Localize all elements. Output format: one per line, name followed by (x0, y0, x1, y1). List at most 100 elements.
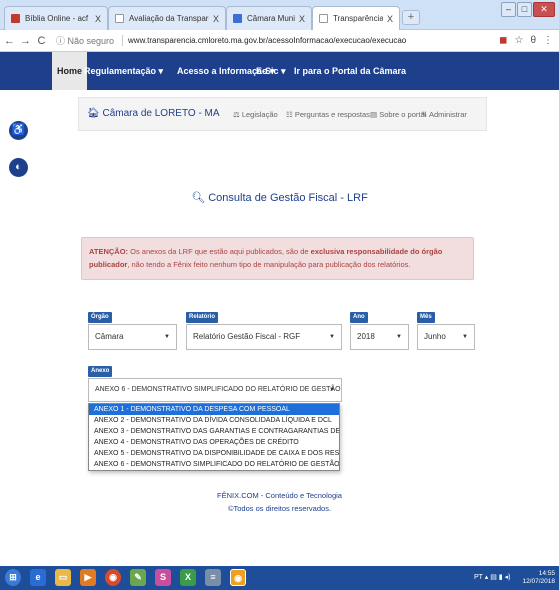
internet-explorer-icon[interactable]: e (30, 569, 46, 586)
tab-transparencia[interactable]: Transparência X (312, 6, 400, 30)
footer-copyright: ©Todos os direitos reservados. (227, 504, 332, 513)
divider (122, 35, 124, 46)
gavel-icon: ⚖ (233, 110, 240, 119)
app-icon[interactable]: S (155, 569, 171, 586)
relatorio-value: Relatório Gestão Fiscal - RGF (193, 332, 301, 341)
minimize-icon[interactable]: – (501, 2, 516, 17)
system-tray[interactable]: PT ▴ ▤ ▮ ◂) (474, 573, 510, 581)
home-icon: 🏠︎ (87, 108, 100, 119)
orgao-select[interactable]: Câmara ▼ (88, 324, 177, 350)
ano-label: Ano (350, 312, 368, 323)
nav-esic[interactable]: E-Sic ▾ (256, 52, 286, 90)
alert-text: , não tendo a Fênix feito nenhum tipo de… (127, 260, 411, 269)
ano-select[interactable]: 2018 ▼ (350, 324, 409, 350)
profile-icon[interactable]: θ (530, 35, 536, 46)
tab-camara[interactable]: Câmara Municipal de Loreto X (226, 6, 312, 30)
site-navbar: Home Regulamentação ▾ Acesso a Informaçã… (0, 52, 559, 90)
anexo-label: Anexo (88, 366, 113, 377)
start-button-icon[interactable]: ⊞ (5, 569, 21, 586)
bible-favicon-icon (11, 14, 20, 23)
brand-label: Câmara de LORETO - MA (102, 108, 220, 119)
close-tab-icon[interactable]: X (95, 14, 101, 24)
camara-favicon-icon (233, 14, 242, 23)
link-label: Sobre o portal (379, 110, 427, 119)
file-explorer-icon[interactable]: ▭ (55, 569, 71, 586)
security-info[interactable]: ⓘ Não seguro (56, 34, 114, 47)
address-bar: ← → C ⓘ Não seguro www.transparencia.cml… (0, 30, 559, 52)
mes-label: Mês (417, 312, 435, 323)
tab-biblia[interactable]: Bíblia Online - acf X (4, 6, 108, 30)
relatorio-label: Relatório (186, 312, 219, 323)
footer-company[interactable]: FÊNIX.COM - Conteúdo e Tecnologia (0, 491, 559, 500)
mes-value: Junho (424, 332, 446, 341)
anexo-option[interactable]: ANEXO 2 - DEMONSTRATIVO DA DÍVIDA CONSOL… (89, 415, 339, 426)
media-player-icon[interactable]: ▶ (80, 569, 96, 586)
browser-tab-bar: Bíblia Online - acf X Avaliação da Trans… (0, 0, 559, 30)
chevron-down-icon: ▼ (329, 387, 335, 393)
nav-regulamentacao[interactable]: Regulamentação ▾ (84, 52, 163, 90)
page-favicon-icon (115, 14, 124, 23)
anexo-option[interactable]: ANEXO 3 - DEMONSTRATIVO DAS GARANTIAS E … (89, 426, 339, 437)
close-tab-icon[interactable]: X (387, 14, 393, 24)
wrench-icon: ✎ (421, 110, 428, 119)
clock-time: 14:55 (538, 570, 555, 577)
link-administrar[interactable]: ✎ Administrar (421, 110, 467, 119)
clock-date: 12/07/2018 (522, 578, 555, 585)
maximize-icon[interactable]: □ (517, 2, 532, 17)
nav-portal-camara[interactable]: Ir para o Portal da Câmara (294, 52, 406, 90)
bookmark-star-icon[interactable]: ☆ (514, 35, 523, 46)
portal-header: 🏠︎ Câmara de LORETO - MA ⚖ Legislação ☷ … (78, 97, 487, 131)
alert-heading: ATENÇÃO: (89, 247, 129, 256)
link-label: Legislação (241, 110, 278, 119)
orgao-label: Órgão (88, 312, 112, 323)
anexo-select[interactable]: ANEXO 6 - DEMONSTRATIVO SIMPLIFICADO DO … (88, 378, 342, 415)
warning-alert: ATENÇÃO: Os anexos da LRF que estão aqui… (81, 237, 474, 280)
taskbar: ⊞ e ▭ ▶ ◉ ✎ S X ≡ ◉ PT ▴ ▤ ▮ ◂) 14:55 12… (0, 566, 559, 590)
reload-icon[interactable]: C (35, 35, 48, 47)
anexo-option[interactable]: ANEXO 1 - DEMONSTRATIVO DA DESPESA COM P… (89, 404, 339, 415)
page-title: 🔍︎ Consulta de Gestão Fiscal - LRF (0, 191, 559, 204)
back-icon[interactable]: ← (3, 35, 16, 47)
close-window-icon[interactable]: ✕ (533, 2, 555, 17)
forward-icon[interactable]: → (19, 35, 32, 47)
link-sobre[interactable]: ▤ Sobre o portal (370, 110, 426, 119)
chrome-active-icon[interactable]: ◉ (230, 569, 246, 586)
close-tab-icon[interactable]: X (213, 14, 219, 24)
relatorio-select[interactable]: Relatório Gestão Fiscal - RGF ▼ (186, 324, 342, 350)
chrome-icon[interactable]: ◉ (105, 569, 121, 586)
extension-icon[interactable]: ◼ (499, 35, 507, 46)
anexo-option[interactable]: ANEXO 4 - DEMONSTRATIVO DAS OPERAÇÕES DE… (89, 437, 339, 448)
link-label: Perguntas e respostas (294, 110, 370, 119)
anexo-dropdown-list: ANEXO 1 - DEMONSTRATIVO DA DESPESA COM P… (88, 403, 340, 471)
browser-actions: ◼ ☆ θ ⋮ (499, 35, 553, 46)
ano-value: 2018 (357, 332, 375, 341)
tab-avaliacao[interactable]: Avaliação da Transparência dos X (108, 6, 226, 30)
portal-brand[interactable]: 🏠︎ Câmara de LORETO - MA (87, 108, 220, 119)
url-text[interactable]: www.transparencia.cmloreto.ma.gov.br/ace… (128, 36, 406, 45)
close-tab-icon[interactable]: X (299, 14, 305, 24)
tab-label: Transparência (333, 14, 383, 23)
anexo-option[interactable]: ANEXO 6 - DEMONSTRATIVO SIMPLIFICADO DO … (89, 459, 339, 470)
language-indicator[interactable]: PT (474, 574, 483, 581)
tab-label: Câmara Municipal de Loreto (247, 14, 295, 23)
anexo-option[interactable]: ANEXO 5 - DEMONSTRATIVO DA DISPONIBILIDA… (89, 448, 339, 459)
sitemap-icon: ☷ (286, 110, 293, 119)
accessibility-icon[interactable]: ♿ (9, 121, 28, 140)
excel-icon[interactable]: X (180, 569, 196, 586)
tab-label: Bíblia Online - acf (25, 14, 89, 23)
url-field[interactable]: ⓘ Não seguro www.transparencia.cmloreto.… (56, 34, 406, 47)
clock[interactable]: 14:55 12/07/2018 (522, 570, 555, 586)
chevron-down-icon: ▼ (396, 334, 402, 340)
paint-icon[interactable]: ✎ (130, 569, 146, 586)
page-title-text: Consulta de Gestão Fiscal - LRF (208, 192, 368, 204)
mes-select[interactable]: Junho ▼ (417, 324, 475, 350)
page-favicon-icon (319, 14, 328, 23)
nav-home[interactable]: Home (52, 52, 88, 90)
notepad-icon[interactable]: ≡ (205, 569, 221, 586)
new-tab-button[interactable]: + (402, 10, 420, 25)
link-perguntas[interactable]: ☷ Perguntas e respostas (286, 110, 370, 119)
link-legislacao[interactable]: ⚖ Legislação (233, 110, 278, 119)
tab-label: Avaliação da Transparência dos (129, 14, 209, 23)
menu-icon[interactable]: ⋮ (543, 35, 553, 46)
contrast-icon[interactable]: ◐ (9, 158, 28, 177)
